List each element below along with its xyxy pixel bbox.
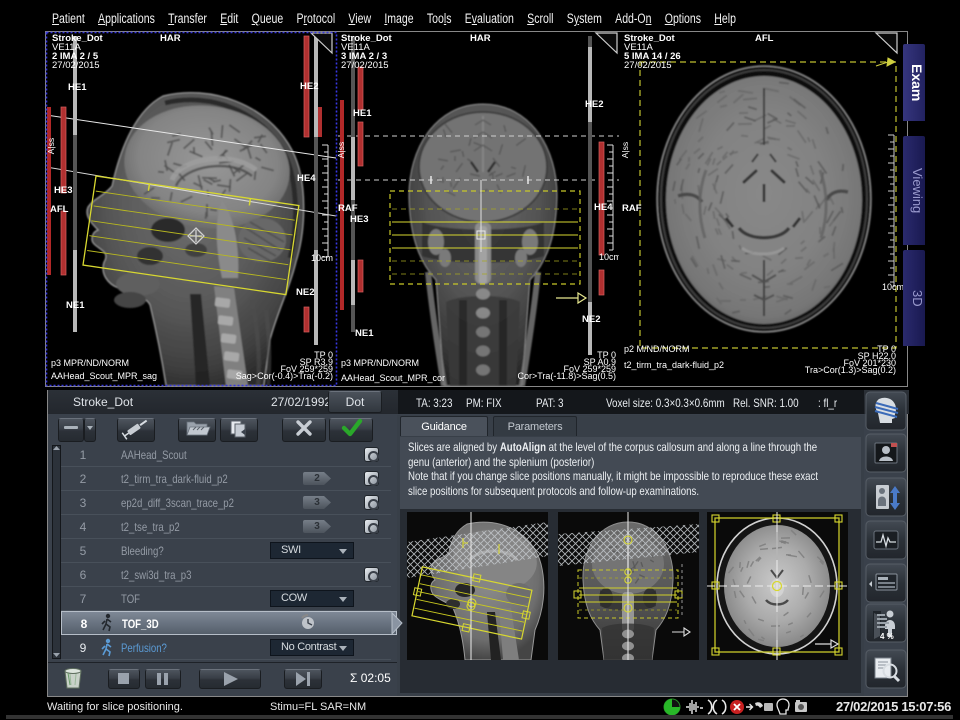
svg-text:p3 MPR/ND/NORM: p3 MPR/ND/NORM <box>51 358 129 368</box>
svg-text:RAF: RAF <box>622 203 642 214</box>
svg-text:HE3: HE3 <box>54 185 72 196</box>
svg-text:27/02/2015: 27/02/2015 <box>52 60 100 71</box>
svg-text:HE3: HE3 <box>350 214 368 225</box>
svg-text:27/02/2015: 27/02/2015 <box>624 60 672 71</box>
svg-text:A|ss: A|ss <box>46 138 56 154</box>
svg-text:NE1: NE1 <box>355 328 374 339</box>
svg-text:NE1: NE1 <box>66 300 85 311</box>
svg-text:Tra>Cor(1.3)>Sag(0.2): Tra>Cor(1.3)>Sag(0.2) <box>805 365 896 375</box>
svg-text:RAF: RAF <box>338 203 358 214</box>
svg-text:HAR: HAR <box>470 33 491 44</box>
svg-text:p2 M/ND/NORM: p2 M/ND/NORM <box>624 344 690 354</box>
svg-text:Sag>Cor(-0.4)>Tra(-0.2): Sag>Cor(-0.4)>Tra(-0.2) <box>236 371 333 381</box>
svg-text:AAHead_Scout_MPR_sag: AAHead_Scout_MPR_sag <box>51 371 157 381</box>
svg-text:HE2: HE2 <box>585 99 603 110</box>
svg-text:NE2: NE2 <box>582 314 600 325</box>
svg-text:p3 MPR/ND/NORM: p3 MPR/ND/NORM <box>341 358 419 368</box>
svg-text:Cor>Tra(-11.8)>Sag(0.5): Cor>Tra(-11.8)>Sag(0.5) <box>517 371 616 381</box>
svg-text:HE2: HE2 <box>300 81 318 92</box>
svg-text:AFL: AFL <box>755 33 774 44</box>
svg-text:HE1: HE1 <box>353 108 372 119</box>
svg-text:10cm: 10cm <box>599 252 621 262</box>
svg-text:A|ss: A|ss <box>336 142 346 158</box>
svg-text:10cm: 10cm <box>311 253 333 263</box>
svg-text:HE4: HE4 <box>297 173 316 184</box>
svg-text:A|ss: A|ss <box>620 142 630 158</box>
svg-text:HE1: HE1 <box>68 82 87 93</box>
svg-text:27/02/2015: 27/02/2015 <box>341 60 389 71</box>
svg-text:t2_tirm_tra_dark-fluid_p2: t2_tirm_tra_dark-fluid_p2 <box>624 360 724 370</box>
svg-text:NE2: NE2 <box>296 287 314 298</box>
svg-text:AFL: AFL <box>50 204 69 215</box>
svg-text:10cm: 10cm <box>882 282 904 292</box>
svg-text:AAHead_Scout_MPR_cor: AAHead_Scout_MPR_cor <box>341 373 445 383</box>
svg-text:HAR: HAR <box>160 33 181 44</box>
svg-text:4 %: 4 % <box>880 632 894 641</box>
